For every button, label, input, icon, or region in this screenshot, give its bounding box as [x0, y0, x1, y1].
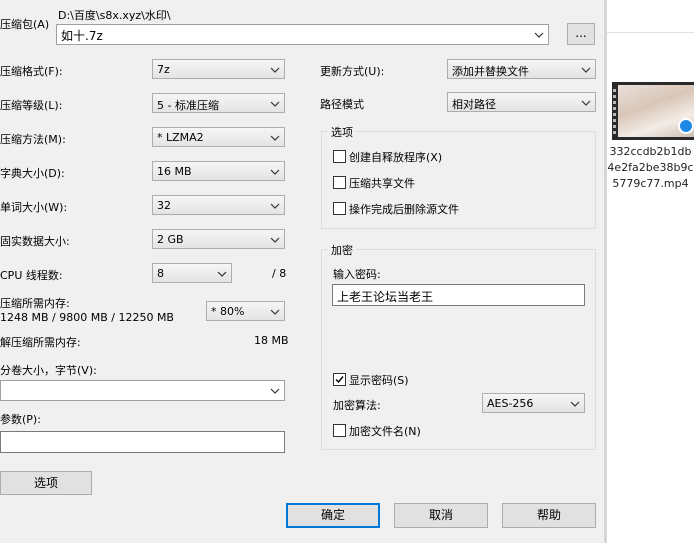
- browse-button[interactable]: ...: [567, 23, 595, 45]
- delete-checkbox-box[interactable]: [333, 202, 346, 215]
- filename-line-3: 5779c77.mp4: [612, 177, 689, 190]
- update-value: 添加并替换文件: [452, 65, 529, 78]
- format-label: 压缩格式(F):: [0, 65, 63, 78]
- method-select[interactable]: * LZMA2: [152, 127, 285, 147]
- explorer-pane: 332ccdb2b1db 4e2fa2be38b9c 5779c77.mp4: [607, 0, 694, 543]
- sfx-checkbox-box[interactable]: [333, 150, 346, 163]
- chevron-down-icon: [270, 388, 280, 394]
- format-select[interactable]: 7z: [152, 59, 285, 79]
- mem-decompress-value: 18 MB: [254, 334, 289, 347]
- encryption-method-value: AES-256: [487, 397, 534, 410]
- dict-value: 16 MB: [157, 165, 192, 178]
- cancel-button[interactable]: 取消: [394, 503, 488, 528]
- path-mode-value: 相对路径: [452, 98, 496, 111]
- params-input[interactable]: [0, 431, 285, 453]
- threads-total: / 8: [272, 267, 287, 280]
- method-label: 压缩方法(M):: [0, 133, 66, 146]
- params-label: 参数(P):: [0, 413, 41, 426]
- level-select[interactable]: 5 - 标准压缩: [152, 93, 285, 113]
- mem-percent-value: * 80%: [211, 305, 245, 318]
- volume-combo[interactable]: [0, 380, 285, 401]
- ok-button[interactable]: 确定: [286, 503, 380, 528]
- threads-label: CPU 线程数:: [0, 269, 63, 282]
- film-strip: [613, 86, 616, 136]
- path-mode-label: 路径模式: [320, 98, 364, 111]
- encryption-group-title: 加密: [328, 242, 356, 258]
- shared-checkbox-box[interactable]: [333, 176, 346, 189]
- mem-decompress-label: 解压缩所需内存:: [0, 336, 81, 349]
- archive-label: 压缩包(A): [0, 18, 50, 31]
- dict-select[interactable]: 16 MB: [152, 161, 285, 181]
- word-select[interactable]: 32: [152, 195, 285, 215]
- video-thumbnail[interactable]: [612, 82, 694, 140]
- chevron-down-icon: [270, 309, 280, 315]
- archive-filename-combo[interactable]: 如十.7z: [56, 24, 549, 45]
- method-value: * LZMA2: [157, 131, 204, 144]
- archive-filename: 如十.7z: [61, 29, 103, 43]
- mem-compress-label: 压缩所需内存:: [0, 297, 70, 310]
- chevron-down-icon: [270, 135, 280, 141]
- word-label: 单词大小(W):: [0, 201, 68, 214]
- chevron-down-icon: [570, 401, 580, 407]
- password-label: 输入密码:: [333, 268, 381, 281]
- chevron-down-icon: [217, 271, 227, 277]
- password-input[interactable]: 上老王论坛当老王: [332, 284, 585, 306]
- volume-label: 分卷大小，字节(V):: [0, 364, 97, 377]
- solid-label: 固实数据大小:: [0, 235, 70, 248]
- update-label: 更新方式(U):: [320, 65, 385, 78]
- help-button[interactable]: 帮助: [502, 503, 596, 528]
- show-password-checkbox-box[interactable]: [333, 373, 346, 386]
- password-value: 上老王论坛当老王: [337, 290, 434, 304]
- filename-line-2: 4e2fa2be38b9c: [607, 161, 694, 174]
- format-value: 7z: [157, 63, 170, 76]
- show-password-label: 显示密码(S): [349, 374, 409, 387]
- chevron-down-icon: [534, 32, 544, 38]
- solid-value: 2 GB: [157, 233, 184, 246]
- path-mode-select[interactable]: 相对路径: [447, 92, 596, 112]
- archive-folder: D:\百度\s8x.xyz\水印\: [58, 9, 171, 22]
- chevron-down-icon: [270, 67, 280, 73]
- chevron-down-icon: [270, 169, 280, 175]
- mem-compress-values: 1248 MB / 9800 MB / 12250 MB: [0, 311, 174, 324]
- options-group-title: 选项: [328, 124, 356, 140]
- chevron-down-icon: [270, 203, 280, 209]
- sfx-checkbox-label: 创建自释放程序(X): [349, 151, 443, 164]
- video-filename[interactable]: 332ccdb2b1db 4e2fa2be38b9c 5779c77.mp4: [607, 144, 694, 192]
- delete-checkbox-label: 操作完成后删除源文件: [349, 203, 459, 216]
- encryption-method-label: 加密算法:: [333, 399, 381, 412]
- mem-percent-select[interactable]: * 80%: [206, 301, 285, 321]
- threads-value: 8: [157, 267, 164, 280]
- threads-select[interactable]: 8: [152, 263, 232, 283]
- sync-badge-icon: [678, 118, 694, 134]
- encrypt-names-checkbox-box[interactable]: [333, 424, 346, 437]
- options-button[interactable]: 选项: [0, 471, 92, 495]
- encryption-method-select[interactable]: AES-256: [482, 393, 585, 413]
- level-label: 压缩等级(L):: [0, 99, 63, 112]
- encrypt-names-label: 加密文件名(N): [349, 425, 421, 438]
- level-value: 5 - 标准压缩: [157, 99, 219, 112]
- chevron-down-icon: [270, 237, 280, 243]
- checkmark-icon: [335, 376, 344, 384]
- word-value: 32: [157, 199, 171, 212]
- dict-label: 字典大小(D):: [0, 167, 65, 180]
- dialog-border: [604, 0, 607, 543]
- chevron-down-icon: [581, 100, 591, 106]
- solid-select[interactable]: 2 GB: [152, 229, 285, 249]
- update-select[interactable]: 添加并替换文件: [447, 59, 596, 79]
- chevron-down-icon: [581, 67, 591, 73]
- explorer-divider: [607, 32, 694, 33]
- shared-checkbox-label: 压缩共享文件: [349, 177, 415, 190]
- filename-line-1: 332ccdb2b1db: [609, 145, 692, 158]
- chevron-down-icon: [270, 101, 280, 107]
